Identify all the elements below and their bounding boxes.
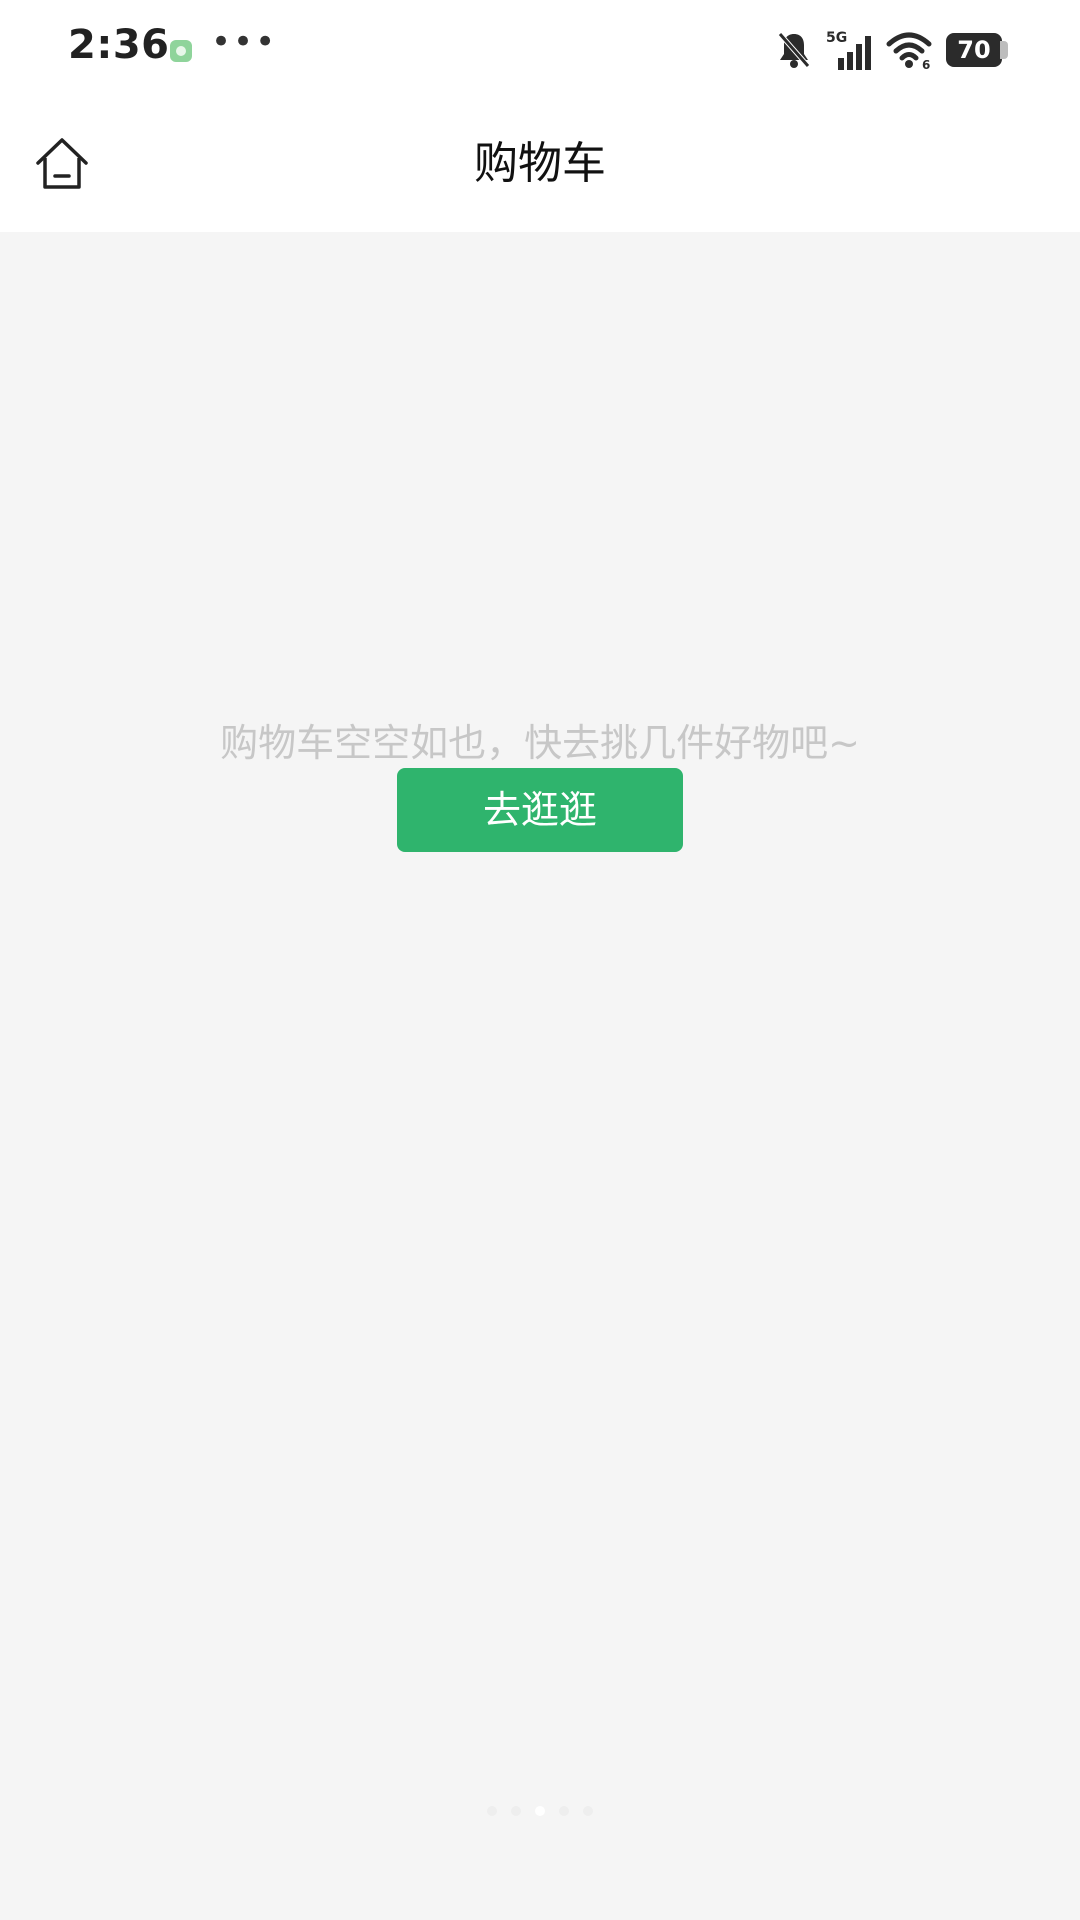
empty-cart-message: 购物车空空如也，快去挑几件好物吧~ (220, 721, 860, 765)
page-indicator (0, 1806, 1080, 1816)
page-indicator-dot (583, 1806, 593, 1816)
page-indicator-dot-active (535, 1806, 545, 1816)
status-time: 2:36 (68, 22, 170, 68)
network-type-label: 5G (826, 30, 847, 46)
status-bar: 2:36 ••• 5G 6 70 (0, 0, 1080, 96)
status-icons: 5G 6 70 (776, 28, 1008, 72)
home-icon (36, 138, 88, 189)
header-bar: 购物车 (0, 96, 1080, 232)
wifi-badge-label: 6 (922, 58, 930, 70)
battery-icon: 70 (946, 33, 1008, 67)
battery-level: 70 (946, 33, 1002, 67)
battery-cap (1000, 41, 1008, 59)
bell-muted-icon (778, 32, 810, 68)
page-indicator-dot (487, 1806, 497, 1816)
wifi-icon: 6 (886, 32, 932, 70)
notification-app-icon (170, 40, 192, 62)
page-title: 购物车 (474, 138, 606, 189)
more-notifications-indicator: ••• (211, 22, 278, 62)
go-shopping-button[interactable]: 去逛逛 (397, 768, 683, 852)
signal-icon: 5G (826, 30, 871, 70)
page-indicator-dot (559, 1806, 569, 1816)
home-button[interactable] (30, 132, 94, 196)
page-indicator-dot (511, 1806, 521, 1816)
